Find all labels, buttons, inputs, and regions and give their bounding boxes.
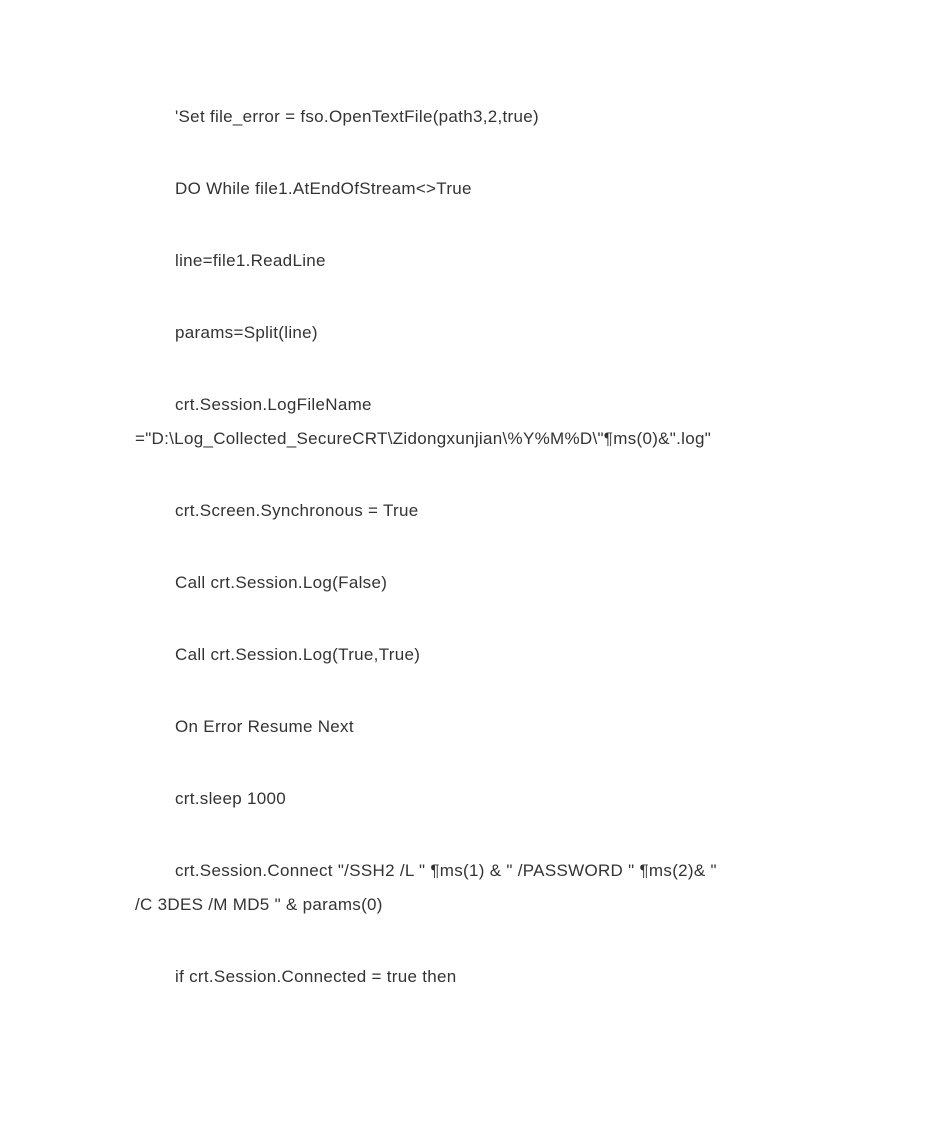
code-line: /C 3DES /M MD5 " & params(0): [135, 888, 810, 922]
code-line: 'Set file_error = fso.OpenTextFile(path3…: [135, 100, 810, 134]
code-line: crt.Session.Connect "/SSH2 /L " ¶ms(1) &…: [135, 854, 810, 888]
code-line-group: crt.Session.LogFileName ="D:\Log_Collect…: [135, 388, 810, 456]
code-line: if crt.Session.Connected = true then: [135, 960, 810, 994]
code-line: params=Split(line): [135, 316, 810, 350]
code-line: DO While file1.AtEndOfStream<>True: [135, 172, 810, 206]
code-line: ="D:\Log_Collected_SecureCRT\Zidongxunji…: [135, 422, 810, 456]
document-page: 'Set file_error = fso.OpenTextFile(path3…: [0, 0, 945, 1132]
code-line-group: crt.Session.Connect "/SSH2 /L " ¶ms(1) &…: [135, 854, 810, 922]
code-line: crt.Session.LogFileName: [135, 388, 810, 422]
code-line: crt.sleep 1000: [135, 782, 810, 816]
code-line: crt.Screen.Synchronous = True: [135, 494, 810, 528]
code-line: Call crt.Session.Log(True,True): [135, 638, 810, 672]
code-line: On Error Resume Next: [135, 710, 810, 744]
code-line: line=file1.ReadLine: [135, 244, 810, 278]
code-line: Call crt.Session.Log(False): [135, 566, 810, 600]
